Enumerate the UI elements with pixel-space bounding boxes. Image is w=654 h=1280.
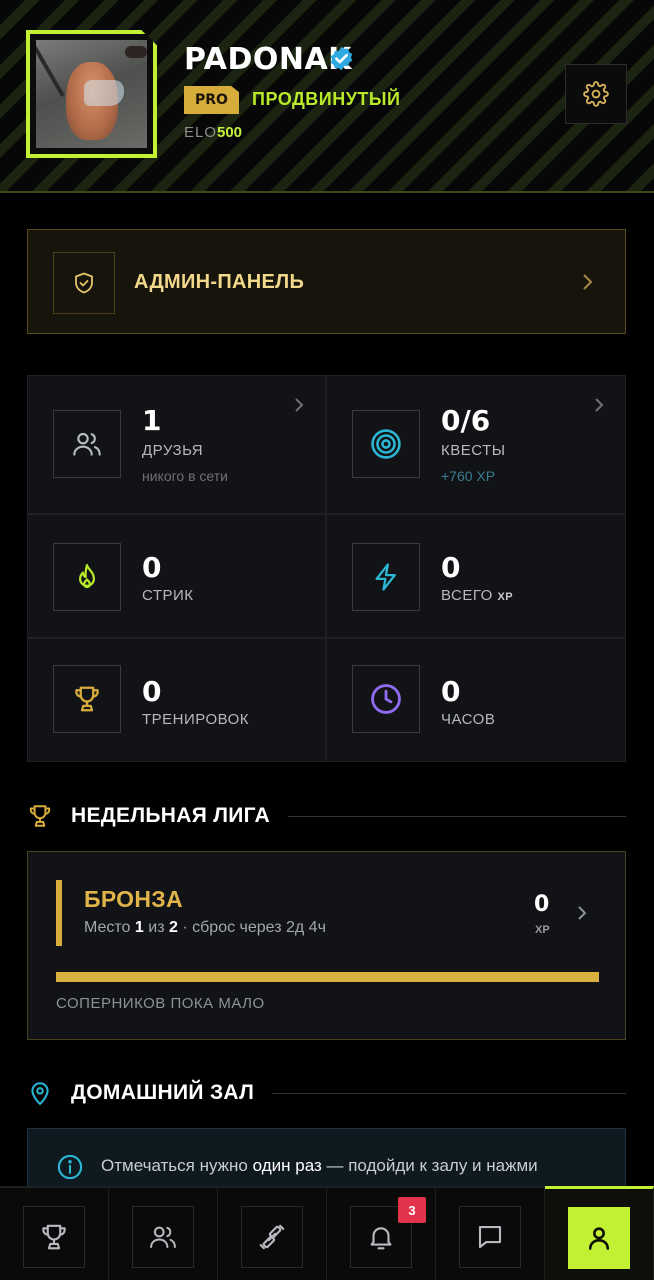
nav-tab-friends[interactable] — [109, 1188, 218, 1280]
hours-count: 0 — [441, 675, 461, 708]
total-xp-label-suffix: XP — [497, 591, 514, 603]
place-total: 2 — [169, 919, 178, 936]
notification-count-badge: 3 — [398, 1197, 426, 1223]
nav-icon-box — [241, 1206, 303, 1268]
section-title: НЕДЕЛЬНАЯ ЛИГА — [71, 804, 271, 827]
profile-icon — [588, 1227, 610, 1250]
admin-panel-button[interactable]: АДМИН-ПАНЕЛЬ — [27, 229, 626, 334]
stat-friends[interactable]: 1 ДРУЗЬЯ никого в сети — [28, 376, 325, 513]
admin-icon-box — [53, 252, 115, 314]
workouts-icon-box — [53, 665, 121, 733]
league-xp-label: XP — [535, 924, 550, 936]
info-text-suffix: — подойди к залу и нажми — [326, 1156, 538, 1175]
friends-count: 1 — [142, 404, 162, 437]
profile-header: PADONAK PRO ПРОДВИНУТЫЙ ELO 500 — [0, 0, 654, 193]
info-text: Отмечаться нужно один раз — подойди к за… — [101, 1156, 538, 1176]
hours-icon-box — [352, 665, 420, 733]
quests-progress: 0/6 — [441, 404, 491, 437]
friends-label: ДРУЗЬЯ — [142, 442, 204, 459]
league-tier: БРОНЗА — [84, 886, 183, 912]
bottom-nav: 3 — [0, 1186, 654, 1280]
shield-icon — [75, 272, 93, 294]
chevron-right-icon — [583, 274, 593, 290]
nav-icon-box — [459, 1206, 521, 1268]
divider — [272, 1092, 626, 1094]
weekly-league-header: НЕДЕЛЬНАЯ ЛИГА — [27, 803, 626, 829]
location-pin-icon — [31, 1082, 49, 1106]
info-text-prefix: Отмечаться нужно — [101, 1156, 248, 1175]
workouts-label: ТРЕНИРОВОК — [142, 711, 250, 728]
avatar[interactable] — [26, 30, 157, 158]
target-icon — [371, 429, 401, 459]
total-xp-label: ВСЕГО XP — [441, 587, 513, 604]
trophy-icon — [29, 805, 51, 827]
chevron-right-icon — [295, 398, 304, 412]
league-progress-bar — [56, 972, 599, 982]
admin-panel-label: АДМИН-ПАНЕЛЬ — [134, 271, 305, 293]
stats-grid: 1 ДРУЗЬЯ никого в сети 0/6 КВЕСТЫ +760 X… — [27, 375, 626, 762]
divider — [288, 815, 626, 817]
trophy-icon — [42, 1224, 66, 1250]
info-text-bold: один раз — [252, 1156, 322, 1175]
chevron-right-icon — [595, 398, 604, 412]
flame-icon — [79, 564, 95, 589]
nav-icon-box — [132, 1206, 194, 1268]
total-xp-value: 0 — [441, 551, 461, 584]
info-icon — [57, 1154, 83, 1180]
place-number: 1 — [134, 919, 144, 936]
friends-online-status: никого в сети — [142, 468, 228, 484]
nav-tab-workouts[interactable] — [218, 1188, 327, 1280]
verified-icon — [330, 46, 353, 71]
quests-label: КВЕСТЫ — [441, 442, 506, 459]
pro-badge: PRO — [184, 86, 239, 114]
place-of: из — [148, 919, 165, 936]
elo-value: 500 — [217, 124, 243, 141]
reset-timer: · сброс через 2д 4ч — [182, 919, 326, 936]
elo-label: ELO — [184, 124, 218, 141]
league-place: Место 1 из 2 · сброс через 2д 4ч — [84, 919, 326, 937]
gear-icon — [583, 81, 609, 107]
section-title: ДОМАШНИЙ ЗАЛ — [71, 1081, 255, 1104]
hours-label: ЧАСОВ — [441, 711, 496, 728]
username: PADONAK — [184, 42, 352, 77]
nav-tab-leagues[interactable] — [0, 1188, 109, 1280]
workouts-count: 0 — [142, 675, 162, 708]
league-card[interactable]: БРОНЗА Место 1 из 2 · сброс через 2д 4ч … — [27, 851, 626, 1040]
nav-icon-box — [568, 1207, 630, 1269]
avatar-image — [36, 40, 147, 148]
settings-button[interactable] — [565, 64, 627, 124]
chevron-right-icon — [578, 906, 587, 920]
trophy-icon — [75, 686, 99, 712]
lightning-icon — [375, 563, 396, 591]
dumbbell-icon — [259, 1224, 285, 1250]
quests-icon-box — [352, 410, 420, 478]
stat-total-xp: 0 ВСЕГО XP — [327, 515, 625, 637]
league-xp-value: 0 — [534, 892, 550, 917]
place-prefix: Место — [84, 919, 131, 936]
total-xp-icon-box — [352, 543, 420, 611]
friends-icon — [73, 432, 101, 456]
chat-icon — [478, 1225, 502, 1249]
stat-workouts: 0 ТРЕНИРОВОК — [28, 639, 325, 761]
streak-label: СТРИК — [142, 587, 194, 604]
stat-hours: 0 ЧАСОВ — [327, 639, 625, 761]
clock-icon — [371, 684, 401, 714]
quests-xp-reward: +760 XP — [441, 468, 496, 484]
bell-icon — [370, 1227, 392, 1250]
streak-count: 0 — [142, 551, 162, 584]
streak-icon-box — [53, 543, 121, 611]
level-label: ПРОДВИНУТЫЙ — [252, 89, 401, 109]
home-gym-header: ДОМАШНИЙ ЗАЛ — [27, 1080, 626, 1106]
league-note: СОПЕРНИКОВ ПОКА МАЛО — [56, 995, 265, 1012]
friends-icon-box — [53, 410, 121, 478]
stat-streak: 0 СТРИК — [28, 515, 325, 637]
nav-icon-box — [23, 1206, 85, 1268]
friends-icon — [150, 1226, 176, 1248]
tier-accent-bar — [56, 880, 62, 946]
nav-tab-chat[interactable] — [436, 1188, 545, 1280]
total-xp-label-text: ВСЕГО — [441, 587, 493, 604]
nav-tab-profile[interactable] — [545, 1186, 654, 1280]
stat-quests[interactable]: 0/6 КВЕСТЫ +760 XP — [327, 376, 625, 513]
